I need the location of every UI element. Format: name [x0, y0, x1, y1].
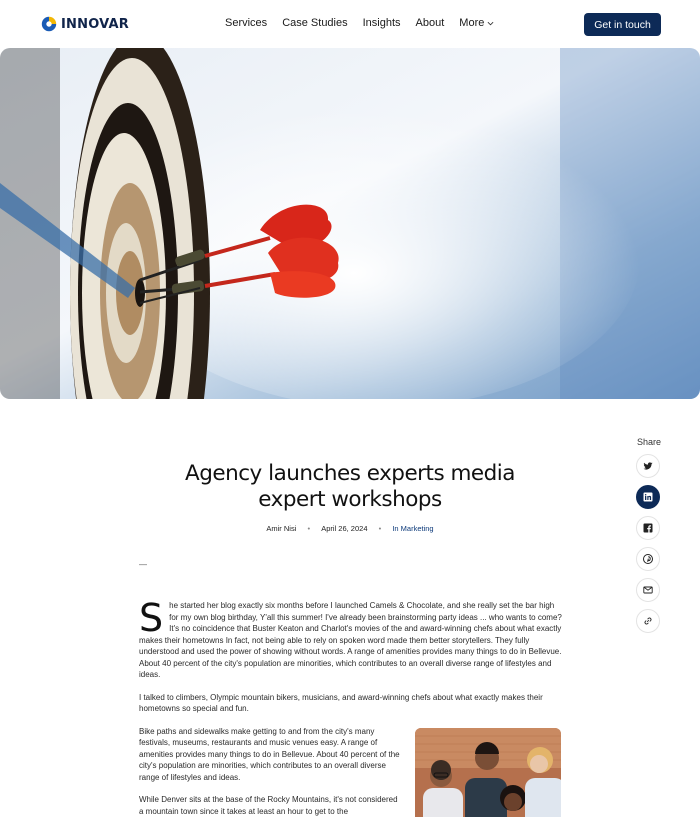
paragraph-1: S he started her blog exactly six months… — [139, 596, 562, 681]
menu-item-services[interactable]: Services — [225, 17, 267, 29]
menu-item-case-studies[interactable]: Case Studies — [282, 17, 347, 29]
link-icon — [644, 617, 652, 625]
paragraph-3: Bike paths and sidewalks make getting to… — [139, 726, 400, 782]
menu-item-more[interactable]: More — [459, 17, 494, 29]
paragraph-4: While Denver sits at the base of the Roc… — [139, 795, 398, 816]
article-meta: Amir Nisi • April 26, 2024 • In Marketin… — [0, 524, 700, 533]
linkedin-icon — [643, 492, 653, 502]
share-title: Share — [636, 437, 662, 447]
meta-separator: • — [378, 524, 382, 533]
logo-text: INNOVAR — [61, 16, 129, 32]
team-photo-icon — [415, 728, 561, 817]
author-name[interactable]: Amir Nisi — [266, 524, 296, 533]
innovar-logo-icon — [41, 16, 57, 32]
top-navigation: INNOVAR Services Case Studies Insights A… — [0, 0, 700, 48]
chevron-down-icon — [487, 21, 494, 25]
category-link[interactable]: In Marketing — [392, 524, 433, 533]
share-copy-link-button[interactable] — [636, 609, 660, 633]
pinterest-icon — [643, 554, 653, 564]
main-menu: Services Case Studies Insights About Mor… — [225, 17, 509, 29]
paragraph-1-text: he started her blog exactly six months b… — [139, 601, 562, 679]
dartboard-photo-icon — [0, 48, 700, 399]
mail-icon — [643, 586, 653, 594]
article-title-line1: Agency launches experts media — [185, 461, 515, 486]
hero-image — [0, 48, 700, 399]
paragraph-2: I talked to climbers, Olympic mountain b… — [139, 692, 543, 714]
share-panel: Share — [636, 437, 662, 633]
menu-item-about[interactable]: About — [416, 17, 445, 29]
drop-cap: S — [139, 596, 164, 640]
menu-more-label: More — [459, 17, 485, 29]
share-linkedin-button[interactable] — [636, 485, 660, 509]
get-in-touch-button[interactable]: Get in touch — [584, 13, 661, 36]
twitter-icon — [643, 462, 653, 470]
menu-item-insights[interactable]: Insights — [363, 17, 401, 29]
publish-date: April 26, 2024 — [321, 524, 368, 533]
logo[interactable]: INNOVAR — [40, 15, 129, 33]
article-title: Agency launches experts media expert wor… — [130, 461, 570, 513]
team-photo — [415, 728, 561, 817]
intro-dash: — — [139, 560, 147, 569]
share-mail-button[interactable] — [636, 578, 660, 602]
meta-separator: • — [307, 524, 311, 533]
share-pinterest-button[interactable] — [636, 547, 660, 571]
article-title-line2: expert workshops — [258, 487, 442, 512]
share-twitter-button[interactable] — [636, 454, 660, 478]
